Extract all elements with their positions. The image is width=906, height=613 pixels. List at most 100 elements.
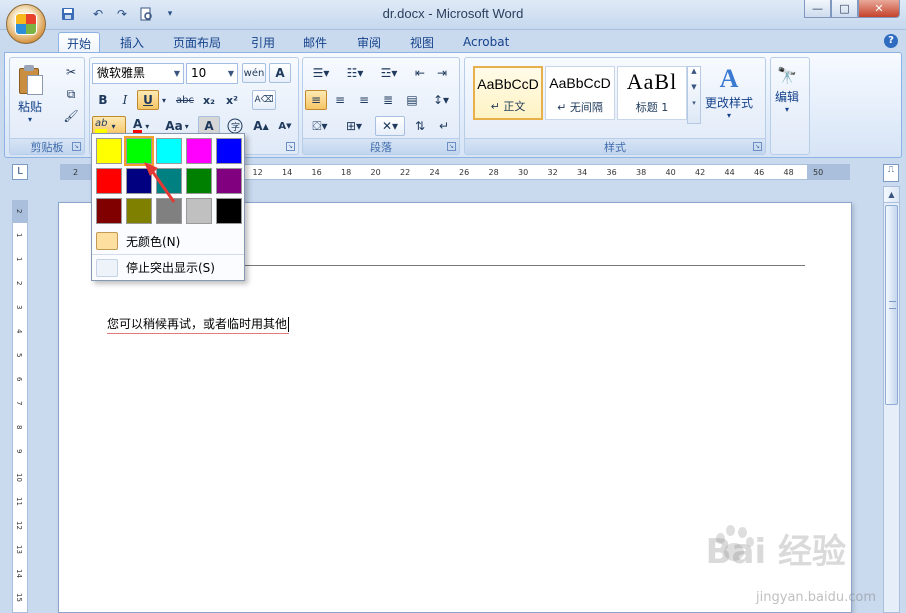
increase-indent-icon[interactable]: ⇥ <box>431 63 453 83</box>
align-left-icon[interactable]: ≡ <box>305 90 327 110</box>
char-border-button[interactable]: A <box>269 63 291 83</box>
tab-view[interactable]: 视图 <box>402 32 442 52</box>
highlight-swatch[interactable] <box>186 198 212 224</box>
tab-review[interactable]: 审阅 <box>349 32 389 52</box>
highlight-swatch[interactable] <box>96 198 122 224</box>
show-marks-icon[interactable]: ↵ <box>433 116 455 136</box>
shading-icon[interactable]: ⛋▾ <box>305 116 335 136</box>
office-button[interactable] <box>6 4 46 44</box>
ruler-tick: 24 <box>429 168 440 177</box>
align-right-icon[interactable]: ≡ <box>353 90 375 110</box>
highlight-swatch[interactable] <box>216 168 242 194</box>
styles-launcher-icon[interactable]: ↘ <box>753 142 762 151</box>
no-color-icon <box>96 232 118 250</box>
styles-group: AaBbCcD ↵ 正文 AaBbCcD ↵ 无间隔 AaBl 标题 1 ▲ ▼ ▾… <box>464 57 766 155</box>
style-heading-1[interactable]: AaBl 标题 1 <box>617 66 687 120</box>
tab-home[interactable]: 开始 <box>58 32 101 53</box>
underline-button[interactable]: U <box>137 90 159 110</box>
maximize-button[interactable]: □ <box>831 0 858 18</box>
tab-insert[interactable]: 插入 <box>112 32 152 52</box>
bold-button[interactable]: B <box>92 90 114 110</box>
styles-scroll[interactable]: ▲ ▼ ▾ <box>687 66 701 124</box>
copy-icon[interactable]: ⧉ <box>60 84 82 104</box>
highlight-swatch[interactable] <box>216 138 242 164</box>
vruler-tick: 6 <box>15 377 23 382</box>
office-logo-icon <box>15 13 37 35</box>
change-styles-button[interactable]: A 更改样式 ▾ <box>705 64 753 120</box>
chinese-layout-icon[interactable]: ✕▾ <box>375 116 405 136</box>
style-name: ↵ 无间隔 <box>557 101 603 114</box>
font-name-combo[interactable]: 微软雅黑 ▼ <box>92 63 184 84</box>
justify-icon[interactable]: ≣ <box>377 90 399 110</box>
italic-button[interactable]: I <box>114 90 136 110</box>
distributed-icon[interactable]: ▤ <box>401 90 423 110</box>
close-button[interactable]: ✕ <box>858 0 900 18</box>
stop-highlight-item[interactable]: 停止突出显示(S) <box>92 254 244 280</box>
subscript-button[interactable]: x₂ <box>198 90 220 110</box>
chevron-down-icon: ▾ <box>727 111 732 120</box>
highlight-swatch[interactable] <box>96 168 122 194</box>
vruler-tick: 3 <box>15 305 23 310</box>
strikethrough-button[interactable]: abc <box>174 90 196 110</box>
vertical-ruler[interactable]: 2112345678910111213141516 <box>12 200 28 613</box>
minimize-button[interactable]: — <box>804 0 831 18</box>
help-icon[interactable]: ? <box>884 34 898 48</box>
svg-text:字: 字 <box>231 121 240 133</box>
vruler-tick: 15 <box>15 593 23 602</box>
no-color-item[interactable]: 无颜色(N) <box>92 228 244 254</box>
highlight-swatch[interactable] <box>216 198 242 224</box>
vruler-tick: 14 <box>15 569 23 578</box>
decrease-indent-icon[interactable]: ⇤ <box>409 63 431 83</box>
multilevel-list-icon[interactable]: ☲▾ <box>373 63 405 83</box>
font-size-combo[interactable]: 10 ▼ <box>186 63 238 84</box>
highlight-swatch[interactable] <box>96 138 122 164</box>
highlight-swatch[interactable] <box>186 168 212 194</box>
style-no-spacing[interactable]: AaBbCcD ↵ 无间隔 <box>545 66 615 120</box>
phonetic-label: wén <box>243 67 265 79</box>
phonetic-guide-button[interactable]: wén <box>242 63 266 83</box>
align-center-icon[interactable]: ≡ <box>329 90 351 110</box>
style-name: ↵ 正文 <box>490 100 526 113</box>
clipboard-launcher-icon[interactable]: ↘ <box>72 142 81 151</box>
view-ruler-icon[interactable]: ⎍ <box>883 164 899 182</box>
font-launcher-icon[interactable]: ↘ <box>286 142 295 151</box>
scroll-thumb[interactable] <box>885 205 898 405</box>
paragraph-launcher-icon[interactable]: ↘ <box>447 142 456 151</box>
vruler-tick: 1 <box>15 233 23 238</box>
highlight-swatch[interactable] <box>186 138 212 164</box>
borders-icon[interactable]: ⊞▾ <box>339 116 369 136</box>
sort-icon[interactable]: ⇅ <box>409 116 431 136</box>
document-text[interactable]: 您可以稍候再试，或者临时用其他 <box>107 315 290 334</box>
paragraph-group: ☰▾ ☷▾ ☲▾ ⇤ ⇥ ≡ ≡ ≡ ≣ ▤ ↕▾ ⛋▾ ⊞▾ ✕▾ ⇅ ↵ 段… <box>302 57 460 155</box>
tab-mailings[interactable]: 邮件 <box>295 32 335 52</box>
ribbon-tabs: 开始 插入 页面布局 引用 邮件 审阅 视图 Acrobat ? <box>0 30 906 53</box>
vertical-scrollbar[interactable]: ▲ <box>883 186 900 613</box>
vruler-tick: 12 <box>15 521 23 530</box>
tab-references[interactable]: 引用 <box>243 32 283 52</box>
tab-selector[interactable]: L <box>12 164 28 180</box>
bullets-icon[interactable]: ☰▾ <box>305 63 337 83</box>
ruler-tick: 18 <box>341 168 352 177</box>
scroll-up-icon[interactable]: ▲ <box>884 187 899 203</box>
cut-icon[interactable]: ✂ <box>60 62 82 82</box>
style-normal[interactable]: AaBbCcD ↵ 正文 <box>473 66 543 120</box>
ruler-tick: 26 <box>459 168 470 177</box>
vruler-tick: 2 <box>15 281 23 286</box>
vruler-tick: 10 <box>15 473 23 482</box>
ruler-tick: 16 <box>311 168 322 177</box>
chevron-down-icon[interactable]: ▾ <box>159 90 169 110</box>
style-sample: AaBbCcD <box>549 75 611 91</box>
tab-acrobat[interactable]: Acrobat <box>455 32 517 52</box>
format-painter-icon[interactable]: 🖌 <box>60 106 82 126</box>
style-name: 标题 1 <box>635 101 669 114</box>
shrink-font-button[interactable]: A ▼ <box>274 116 296 136</box>
line-spacing-icon[interactable]: ↕▾ <box>427 90 455 110</box>
numbering-icon[interactable]: ☷▾ <box>339 63 371 83</box>
paste-button[interactable]: 粘贴 ▾ <box>16 64 44 124</box>
editing-button[interactable]: 🔭 编辑 ▾ <box>775 64 799 114</box>
grow-font-button[interactable]: A ▲ <box>250 116 272 136</box>
clear-formatting-icon[interactable]: A⌫ <box>252 90 276 110</box>
window-title: dr.docx - Microsoft Word <box>382 6 524 21</box>
tab-page-layout[interactable]: 页面布局 <box>165 32 229 52</box>
superscript-button[interactable]: x² <box>221 90 243 110</box>
